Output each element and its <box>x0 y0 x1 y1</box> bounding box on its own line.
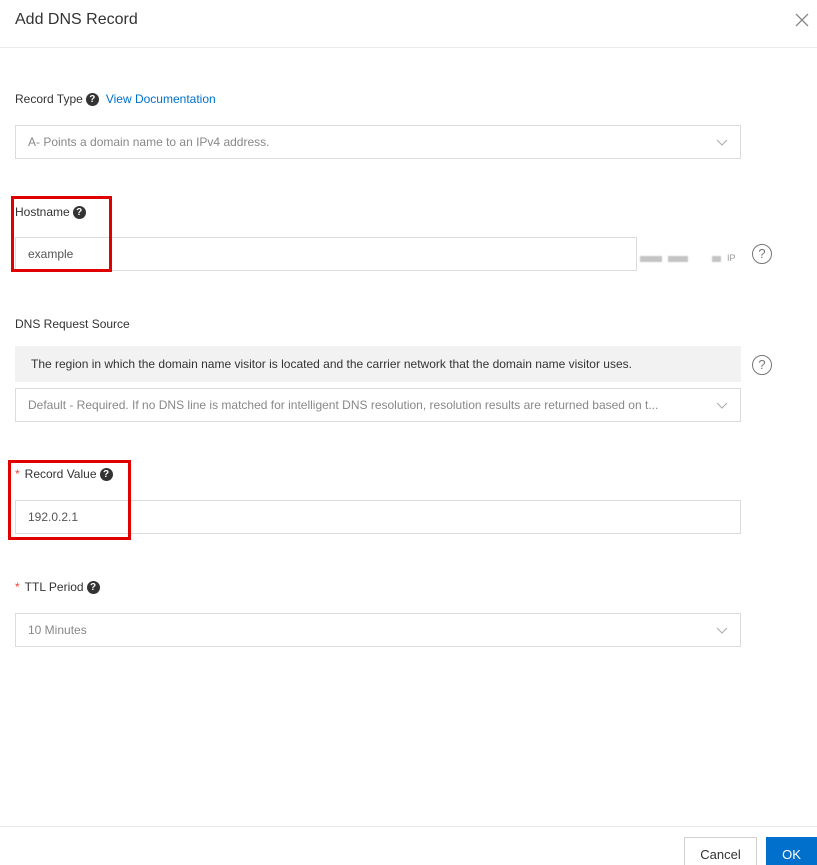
help-circle-icon[interactable]: ? <box>752 244 772 264</box>
add-dns-record-dialog: Add DNS Record Record Type ? View Docume… <box>0 0 817 865</box>
redacted-domain-part <box>712 256 721 262</box>
record-type-label-row: Record Type ? View Documentation <box>15 92 216 106</box>
ttl-label: TTL Period <box>24 580 84 594</box>
dns-line-selected: Default - Required. If no DNS line is ma… <box>28 398 659 412</box>
required-mark: * <box>15 580 20 594</box>
dns-request-source-info: The region in which the domain name visi… <box>15 346 741 382</box>
ttl-label-row: * TTL Period ? <box>15 580 100 594</box>
cancel-button[interactable]: Cancel <box>684 837 757 865</box>
dns-request-source-label-row: DNS Request Source <box>15 317 130 331</box>
dialog-title: Add DNS Record <box>15 11 138 28</box>
record-type-selected: A- Points a domain name to an IPv4 addre… <box>28 135 270 149</box>
record-type-select[interactable]: A- Points a domain name to an IPv4 addre… <box>15 125 741 159</box>
help-circle-icon[interactable]: ? <box>752 355 772 375</box>
dns-line-select[interactable]: Default - Required. If no DNS line is ma… <box>15 388 741 422</box>
redacted-domain-part <box>640 256 662 262</box>
question-icon[interactable]: ? <box>85 92 99 106</box>
highlight-box-record-value <box>8 460 131 540</box>
record-type-label: Record Type <box>15 92 83 106</box>
question-icon[interactable]: ? <box>86 580 100 594</box>
ok-button[interactable]: OK <box>766 837 817 865</box>
ttl-select[interactable]: 10 Minutes <box>15 613 741 647</box>
view-documentation-link[interactable]: View Documentation <box>106 92 216 106</box>
dns-request-source-label: DNS Request Source <box>15 317 130 331</box>
highlight-box-hostname <box>11 196 112 272</box>
chevron-down-icon <box>716 139 728 146</box>
redacted-domain-part <box>668 256 688 262</box>
hostname-suffix: IP <box>727 253 736 263</box>
ttl-selected: 10 Minutes <box>28 623 87 637</box>
dialog-header: Add DNS Record <box>0 0 817 48</box>
close-icon[interactable] <box>791 9 813 31</box>
chevron-down-icon <box>716 402 728 409</box>
chevron-down-icon <box>716 627 728 634</box>
dns-request-source-info-text: The region in which the domain name visi… <box>31 357 632 371</box>
